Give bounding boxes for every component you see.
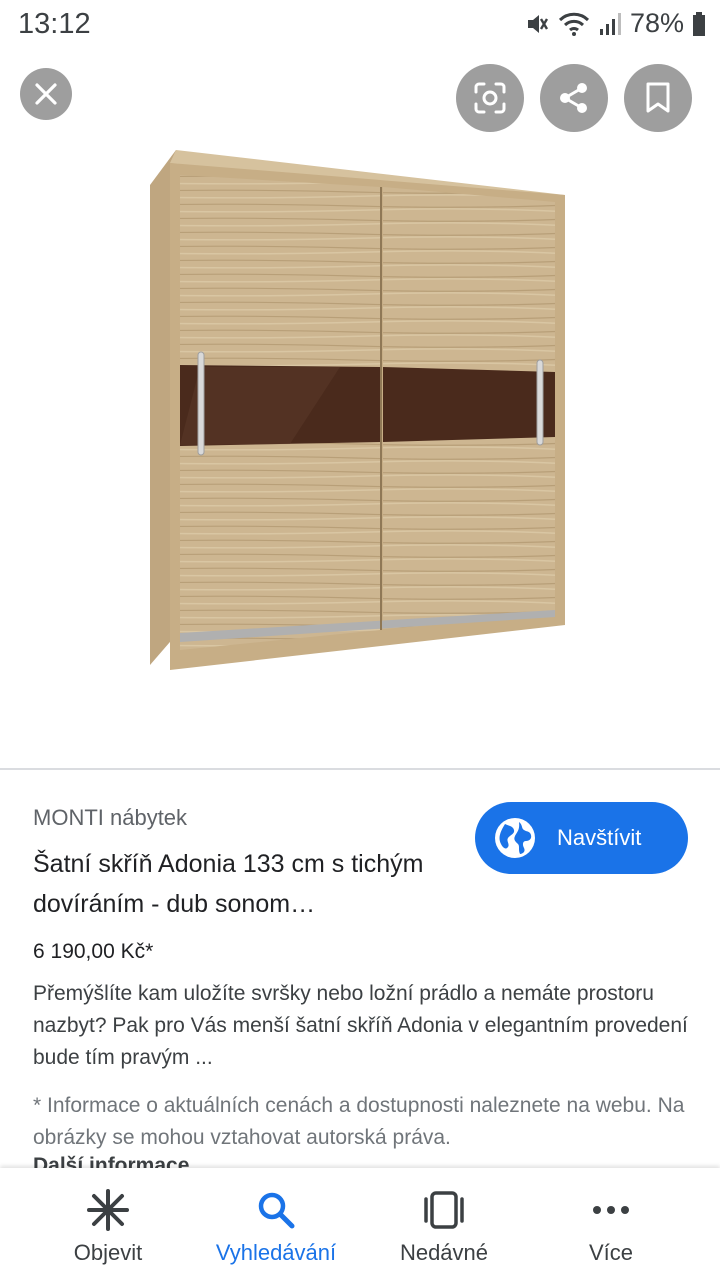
status-icons: 78% xyxy=(524,8,706,39)
tabs-icon xyxy=(424,1191,464,1229)
wifi-icon xyxy=(558,11,590,37)
battery-icon xyxy=(692,11,706,37)
result-title[interactable]: Šatní skříň Adonia 133 cm s tichým dovír… xyxy=(33,844,453,924)
lens-button[interactable] xyxy=(456,64,524,132)
product-image[interactable] xyxy=(140,145,570,675)
share-icon xyxy=(560,83,587,113)
nav-label-vyhledavani: Vyhledávání xyxy=(215,1240,337,1265)
close-button[interactable] xyxy=(20,68,72,120)
asterisk-icon xyxy=(87,1189,129,1231)
bottom-nav: Objevit Vyhledávání Nedávné Více xyxy=(0,1168,720,1280)
save-button[interactable] xyxy=(624,64,692,132)
nav-label-vice: Více xyxy=(588,1240,634,1265)
nav-label-nedavne: Nedávné xyxy=(399,1240,489,1265)
status-bar: 13:12 78% xyxy=(0,0,720,50)
bookmark-icon xyxy=(646,82,670,113)
close-icon xyxy=(35,83,57,105)
visit-button[interactable]: Navštívit xyxy=(475,802,688,874)
price: 6 190,00 Kč* xyxy=(33,940,154,963)
site-name[interactable]: MONTI nábytek xyxy=(33,805,187,831)
nav-item-vyhledavani[interactable]: Vyhledávání xyxy=(186,1168,366,1280)
globe-icon xyxy=(495,818,535,858)
battery-level: 78% xyxy=(629,8,684,38)
nav-label-objevit: Objevit xyxy=(73,1240,143,1265)
copyright-notice: * Informace o aktuálních cenách a dostup… xyxy=(33,1094,685,1149)
nav-item-nedavne[interactable]: Nedávné xyxy=(354,1168,534,1280)
share-button[interactable] xyxy=(540,64,608,132)
mute-icon xyxy=(524,11,550,37)
lens-icon xyxy=(474,82,506,114)
signal-icon xyxy=(598,11,622,37)
visit-label: Navštívit xyxy=(557,825,642,850)
status-time: 13:12 xyxy=(18,8,91,40)
more-icon xyxy=(593,1206,629,1214)
search-icon xyxy=(258,1192,295,1229)
nav-item-vice[interactable]: Více xyxy=(521,1168,701,1280)
description: Přemýšlíte kam uložíte svršky nebo ložní… xyxy=(33,982,688,1069)
nav-item-objevit[interactable]: Objevit xyxy=(18,1168,198,1280)
image-viewer xyxy=(0,50,720,768)
result-info: MONTI nábytek Šatní skříň Adonia 133 cm … xyxy=(0,770,720,1170)
